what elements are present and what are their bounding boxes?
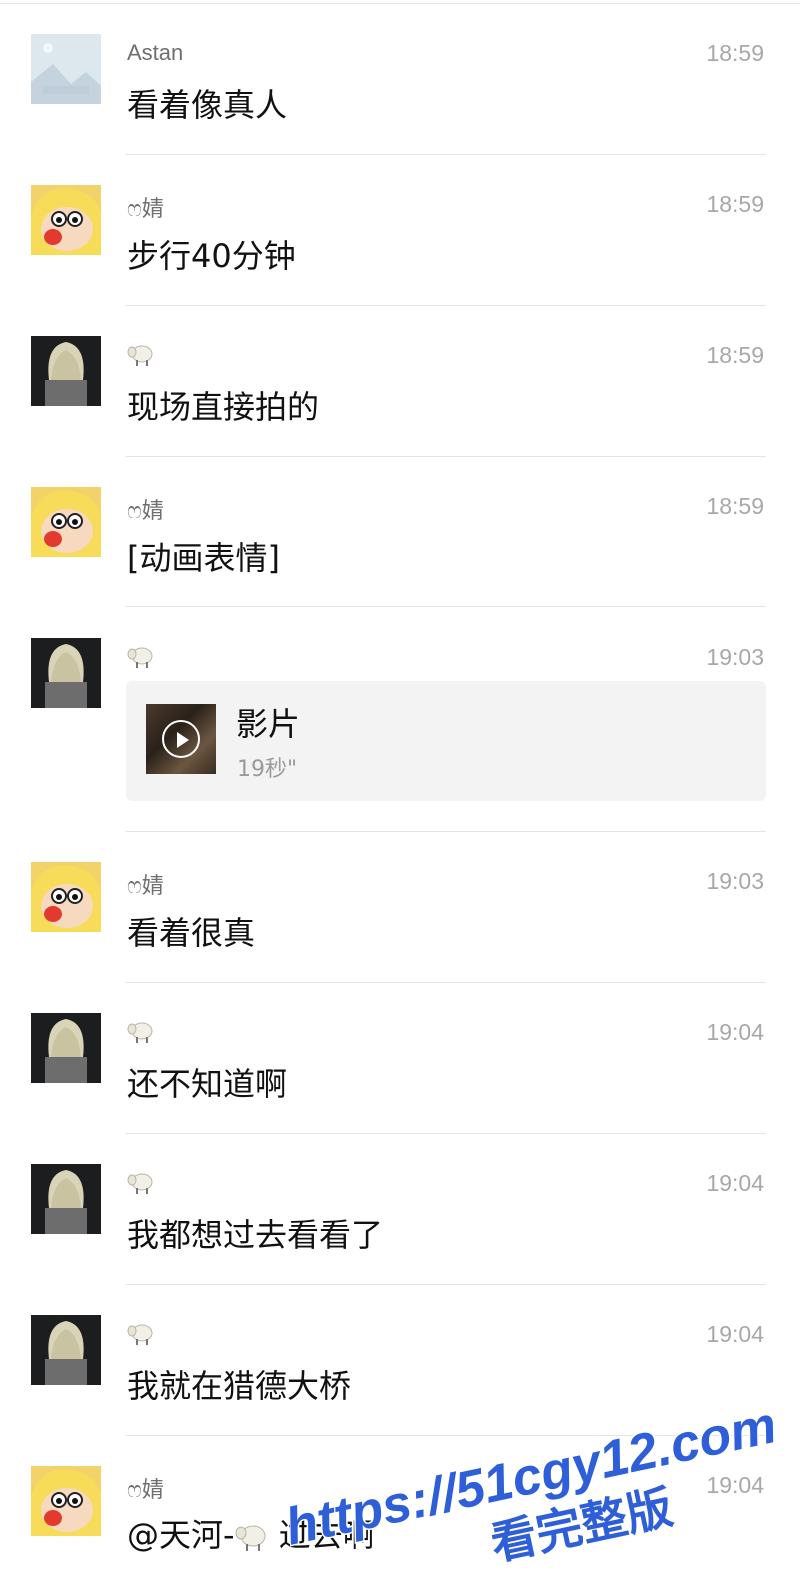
- play-icon[interactable]: [162, 720, 200, 758]
- video-thumbnail[interactable]: [146, 704, 216, 774]
- sheep-icon: [127, 345, 153, 367]
- blonde-person-icon: [31, 1315, 101, 1385]
- avatar[interactable]: [31, 34, 101, 104]
- blonde-person-icon: [31, 336, 101, 406]
- message-divider: [126, 456, 766, 457]
- blonde-person-icon: [31, 1013, 101, 1083]
- message-text: 现场直接拍的: [127, 388, 320, 426]
- message-time: 19:04: [706, 1170, 764, 1196]
- message-divider: [126, 1435, 766, 1436]
- blonde-person-icon: [31, 1164, 101, 1234]
- sheep-icon: [127, 647, 153, 669]
- message-time: 19:04: [706, 1472, 764, 1498]
- sender-name: [127, 1168, 155, 1195]
- sender-name: ෆ婧: [127, 196, 164, 221]
- avatar[interactable]: [31, 1164, 101, 1234]
- message-divider: [126, 1284, 766, 1285]
- message-time: 18:59: [706, 191, 764, 217]
- message-text: [动画表情]: [127, 539, 280, 577]
- sender-name: [127, 1017, 155, 1044]
- sheep-icon: [127, 1324, 153, 1346]
- avatar[interactable]: [31, 1013, 101, 1083]
- sender-name: [127, 1319, 155, 1346]
- message-divider: [126, 982, 766, 983]
- message-text: 看着像真人: [127, 86, 288, 124]
- sheep-icon: [235, 1525, 266, 1551]
- message-time: 18:59: [706, 493, 764, 519]
- avatar[interactable]: [31, 638, 101, 708]
- blonde-person-icon: [31, 638, 101, 708]
- message-text: 我就在猎德大桥: [127, 1367, 352, 1405]
- sender-name: [127, 340, 155, 367]
- avatar[interactable]: [31, 336, 101, 406]
- chat-history-page: Astan 18:59 看着像真人 ෆ婧 18:59 步行40分钟 18:59 …: [0, 0, 800, 1571]
- sender-name: ෆ婧: [127, 498, 164, 523]
- message-text: 我都想过去看看了: [127, 1216, 384, 1254]
- sheep-icon: [127, 1173, 153, 1195]
- message-text: 看着很真: [127, 914, 256, 952]
- cartoon-boy-icon: [31, 487, 101, 557]
- top-divider: [0, 0, 800, 4]
- message-divider: [126, 154, 766, 155]
- message-divider: [126, 305, 766, 306]
- message-time: 18:59: [706, 342, 764, 368]
- message-text: 还不知道啊: [127, 1065, 288, 1103]
- sender-name: Astan: [127, 40, 184, 65]
- message-text: @天河- 过去啊: [127, 1510, 375, 1556]
- sheep-icon: [127, 1022, 153, 1044]
- avatar[interactable]: [31, 1466, 101, 1536]
- message-divider: [126, 1133, 766, 1134]
- cartoon-boy-icon: [31, 1466, 101, 1536]
- message-time: 19:04: [706, 1321, 764, 1347]
- video-duration: 19秒": [237, 757, 298, 782]
- sender-name: [127, 642, 155, 669]
- sender-name: ෆ婧: [127, 873, 164, 898]
- mention-text[interactable]: @天河-: [127, 1516, 235, 1554]
- cartoon-boy-icon: [31, 862, 101, 932]
- video-title: 影片: [236, 705, 301, 743]
- message-text: 步行40分钟: [127, 237, 296, 275]
- watermark-caption: 看完整版: [486, 1480, 677, 1571]
- cartoon-boy-icon: [31, 185, 101, 255]
- avatar[interactable]: [31, 185, 101, 255]
- message-divider: [126, 831, 766, 832]
- message-time: 19:04: [706, 1019, 764, 1045]
- message-time: 19:03: [706, 644, 764, 670]
- message-text-suffix: 过去啊: [268, 1516, 375, 1554]
- sender-name: ෆ婧: [127, 1477, 164, 1502]
- avatar[interactable]: [31, 862, 101, 932]
- avatar[interactable]: [31, 1315, 101, 1385]
- avatar[interactable]: [31, 487, 101, 557]
- landscape-placeholder-icon: [31, 34, 101, 104]
- message-divider: [126, 606, 766, 607]
- message-time: 18:59: [706, 40, 764, 66]
- message-time: 19:03: [706, 868, 764, 894]
- video-card[interactable]: 影片 19秒": [126, 681, 766, 801]
